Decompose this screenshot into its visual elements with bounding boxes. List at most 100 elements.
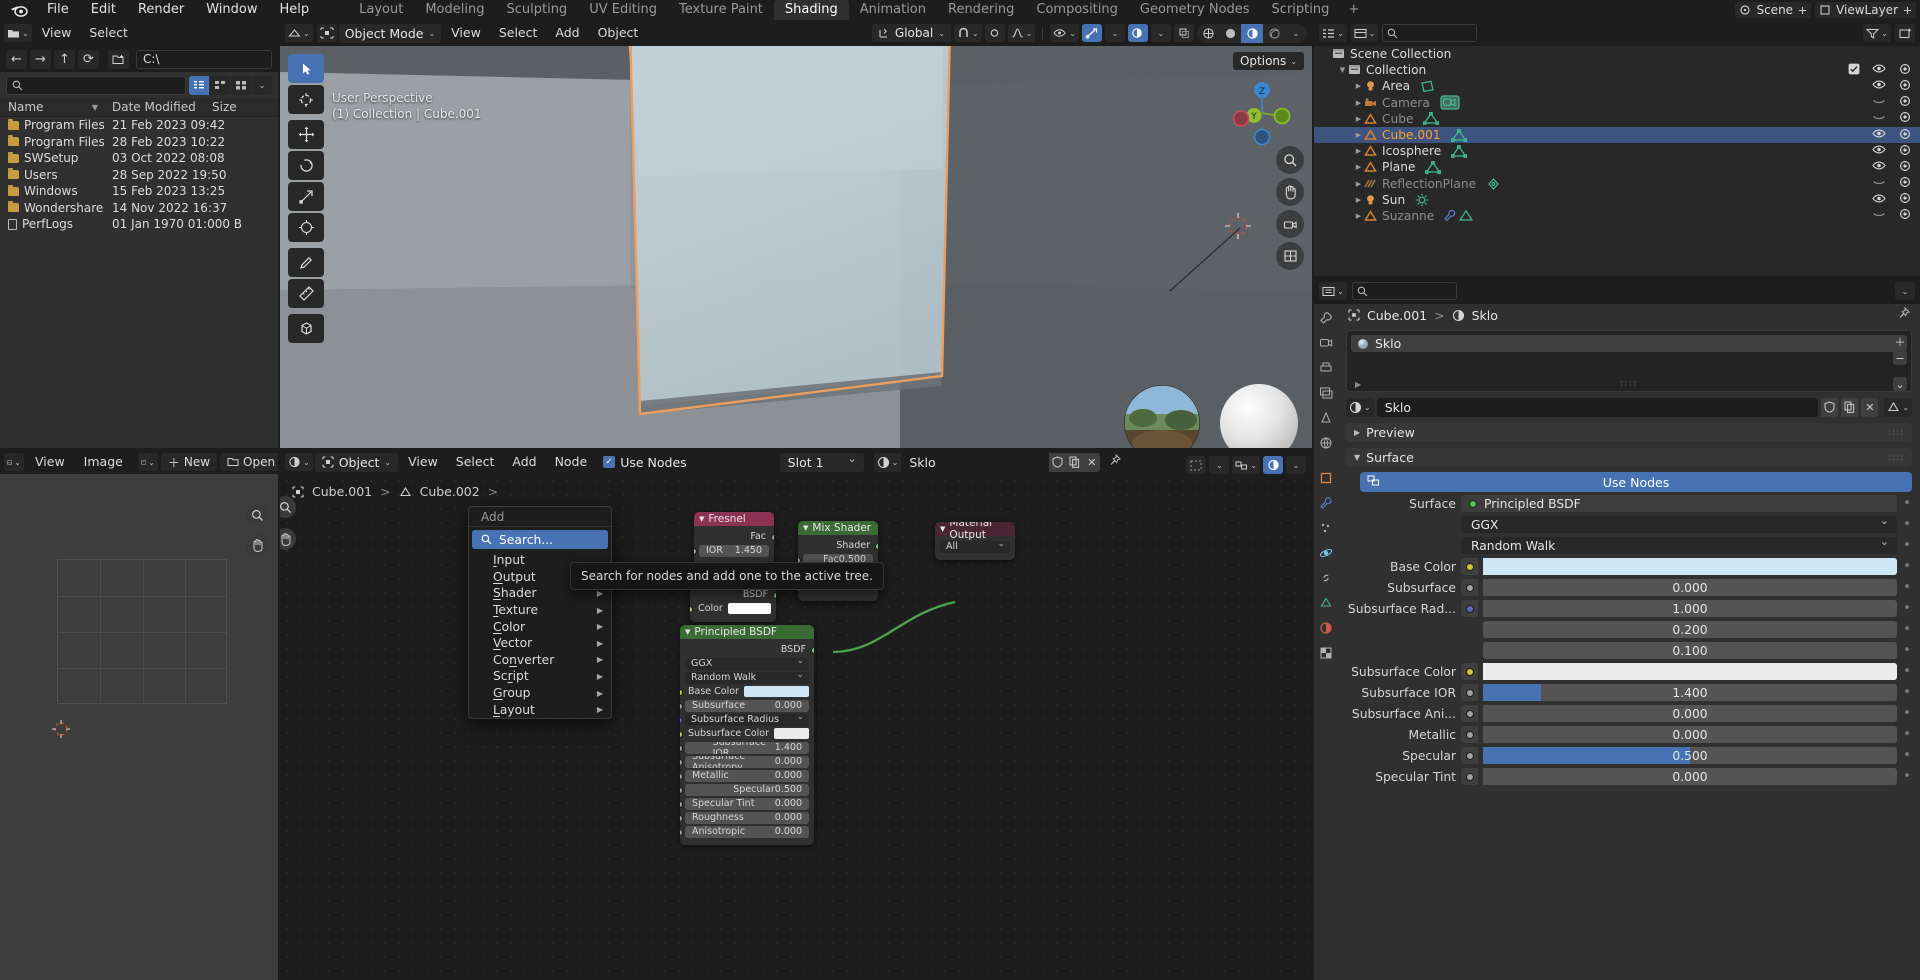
workspace-tab-rendering[interactable]: Rendering [937, 0, 1025, 20]
editor-type-selector[interactable]: ⌄ [4, 24, 32, 42]
property-socket[interactable] [1461, 684, 1478, 701]
render-visibility-icon[interactable] [1898, 160, 1912, 175]
tab-constraints[interactable] [1317, 570, 1335, 586]
visibility-eye-closed-icon[interactable] [1872, 177, 1886, 191]
tab-object[interactable] [1317, 470, 1335, 486]
outliner-item-reflectionplane[interactable]: ▶ReflectionPlane [1314, 176, 1920, 192]
render-visibility-icon[interactable] [1898, 176, 1912, 191]
node-collapse-icon[interactable]: ▼ [940, 525, 945, 533]
property-value-field[interactable]: 0.100 [1483, 642, 1897, 659]
add-menu-item-texture[interactable]: Texture▶ [469, 602, 611, 619]
toggle-orthographic-button[interactable] [1276, 242, 1304, 270]
editor-type-selector-properties[interactable]: ⌄ [1319, 282, 1347, 300]
expand-arrow-icon[interactable]: ▶ [1354, 212, 1363, 220]
property-socket[interactable] [1461, 579, 1478, 596]
viewlayer-selector[interactable]: ViewLayer [1815, 2, 1916, 18]
nav-back-button[interactable]: ← [6, 50, 27, 69]
animate-property-icon[interactable]: • [1902, 643, 1912, 658]
breadcrumb-object[interactable]: Cube.001 [1367, 308, 1427, 323]
tab-texture[interactable] [1317, 645, 1335, 661]
node-collapse-icon[interactable]: ▼ [803, 524, 808, 532]
node-header[interactable]: ▼Fresnel [694, 512, 774, 526]
shader-node-canvas[interactable]: Cube.001 > Cube.002 > ▼FresnelFacIOR1.45… [280, 474, 1312, 980]
transform-orientation-selector[interactable]: Global⌄ [872, 24, 951, 42]
outliner-item-cube[interactable]: ▶Cube [1314, 111, 1920, 127]
tool-scale[interactable] [288, 182, 324, 211]
panel-preview[interactable]: ▶ Preview :::: [1346, 423, 1912, 442]
outliner-new-collection-button[interactable] [1895, 24, 1915, 42]
workspace-tab-compositing[interactable]: Compositing [1025, 0, 1129, 20]
viewport-options-button[interactable]: Options⌄ [1233, 52, 1304, 70]
display-thumbnails-button[interactable] [231, 76, 251, 95]
shader-breadcrumb-object[interactable]: Cube.001 [312, 484, 372, 499]
unlink-material-button[interactable]: ✕ [1861, 398, 1878, 417]
shader-menu-select[interactable]: Select [448, 450, 503, 475]
node-field-subsurface[interactable]: Subsurface0.000 [685, 700, 809, 713]
viewport-menu-select[interactable]: Select [491, 20, 546, 46]
material-slot-specials-button[interactable]: ⌄ [1893, 377, 1907, 391]
material-link-selector[interactable]: ⌄ [1884, 398, 1912, 417]
menu-help[interactable]: Help [269, 0, 321, 20]
tool-move[interactable] [288, 120, 324, 149]
xray-toggle-button[interactable] [1174, 24, 1194, 42]
proportional-edit-button[interactable] [985, 24, 1005, 42]
display-horizontal-list-button[interactable] [210, 76, 230, 95]
workspace-tab-uv-editing[interactable]: UV Editing [578, 0, 668, 20]
shader-type-selector[interactable]: Object⌄ [315, 453, 398, 472]
nav-refresh-button[interactable]: ⟳ [78, 50, 99, 69]
editor-type-selector-image[interactable]: ⌄ [4, 453, 24, 471]
image-datablock-selector[interactable]: ⌄ [138, 453, 158, 471]
expand-arrow-icon[interactable]: ▶ [1354, 131, 1363, 139]
tab-scene[interactable] [1317, 410, 1335, 426]
material-slot-item[interactable]: Sklo [1351, 335, 1907, 352]
property-color-swatch[interactable] [1483, 663, 1897, 680]
zoom-gizmo-button[interactable] [246, 504, 268, 526]
viewport-menu-view[interactable]: View [443, 20, 489, 46]
column-header-name[interactable]: Name▼ [0, 100, 104, 114]
property-socket[interactable] [1461, 663, 1478, 680]
tool-cursor[interactable] [288, 85, 324, 114]
add-menu-item-group[interactable]: Group▶ [469, 685, 611, 702]
file-menu-view[interactable]: View [34, 20, 80, 46]
show-gizmo-button[interactable] [1082, 24, 1102, 42]
node-output-bsdf[interactable]: BSDF [685, 644, 809, 657]
expand-arrow-icon[interactable]: ▶ [1354, 82, 1363, 90]
add-menu-item-layout[interactable]: Layout▶ [469, 701, 611, 718]
subsurface-method-dropdown[interactable]: Random Walk [1461, 537, 1897, 554]
mesh-data[interactable] [1425, 161, 1441, 174]
duplicate-material-button-shader[interactable] [1066, 453, 1083, 472]
node-header[interactable]: ▼Material Output [935, 522, 1015, 536]
show-overlays-button[interactable] [1128, 24, 1148, 42]
node-dropdown-subsurface-radius[interactable]: Subsurface Radius [685, 714, 809, 727]
material-list-grip[interactable]: ▶ :::: [1347, 379, 1911, 389]
shader-menu-node[interactable]: Node [547, 450, 596, 475]
animate-property-icon[interactable]: • [1902, 748, 1912, 763]
new-image-button[interactable]: ＋New [161, 453, 217, 471]
overlays-dropdown[interactable]: ⌄ [1151, 24, 1171, 42]
mesh-data[interactable] [1451, 129, 1467, 142]
file-menu-select[interactable]: Select [81, 20, 136, 46]
expand-arrow-icon[interactable]: ▶ [1354, 115, 1363, 123]
column-header-size[interactable]: Size [204, 100, 264, 114]
property-socket[interactable] [1461, 705, 1478, 722]
viewport-menu-add[interactable]: Add [547, 20, 587, 46]
node-color-color[interactable]: Color [695, 603, 771, 616]
expand-arrow-icon[interactable]: ▶ [1354, 99, 1363, 107]
render-visibility-icon[interactable] [1898, 63, 1912, 78]
file-row[interactable]: Program Files21 Feb 2023 09:42 [0, 117, 278, 134]
navigation-gizmo[interactable]: Z Y [1230, 80, 1294, 146]
node-select[interactable]: Random Walk [685, 672, 809, 685]
menu-window[interactable]: Window [195, 0, 268, 20]
render-visibility-icon[interactable] [1898, 95, 1912, 110]
unlink-material-button-shader[interactable]: ✕ [1083, 453, 1100, 472]
visibility-eye-icon[interactable] [1872, 144, 1886, 158]
visibility-eye-icon[interactable] [1872, 128, 1886, 142]
workspace-tab-modeling[interactable]: Modeling [414, 0, 495, 20]
node-shading-dropdown[interactable]: ⌄ [1286, 456, 1306, 474]
outliner-search-input[interactable] [1382, 24, 1477, 42]
node-principled-bsdf[interactable]: ▼Principled BSDFBSDFGGXRandom WalkBase C… [680, 625, 814, 845]
area-light-data[interactable] [1420, 80, 1435, 93]
mesh-data[interactable] [1451, 145, 1467, 158]
sun-data[interactable] [1415, 193, 1429, 207]
snapping-magnet-button[interactable]: ⌄ [954, 24, 982, 42]
